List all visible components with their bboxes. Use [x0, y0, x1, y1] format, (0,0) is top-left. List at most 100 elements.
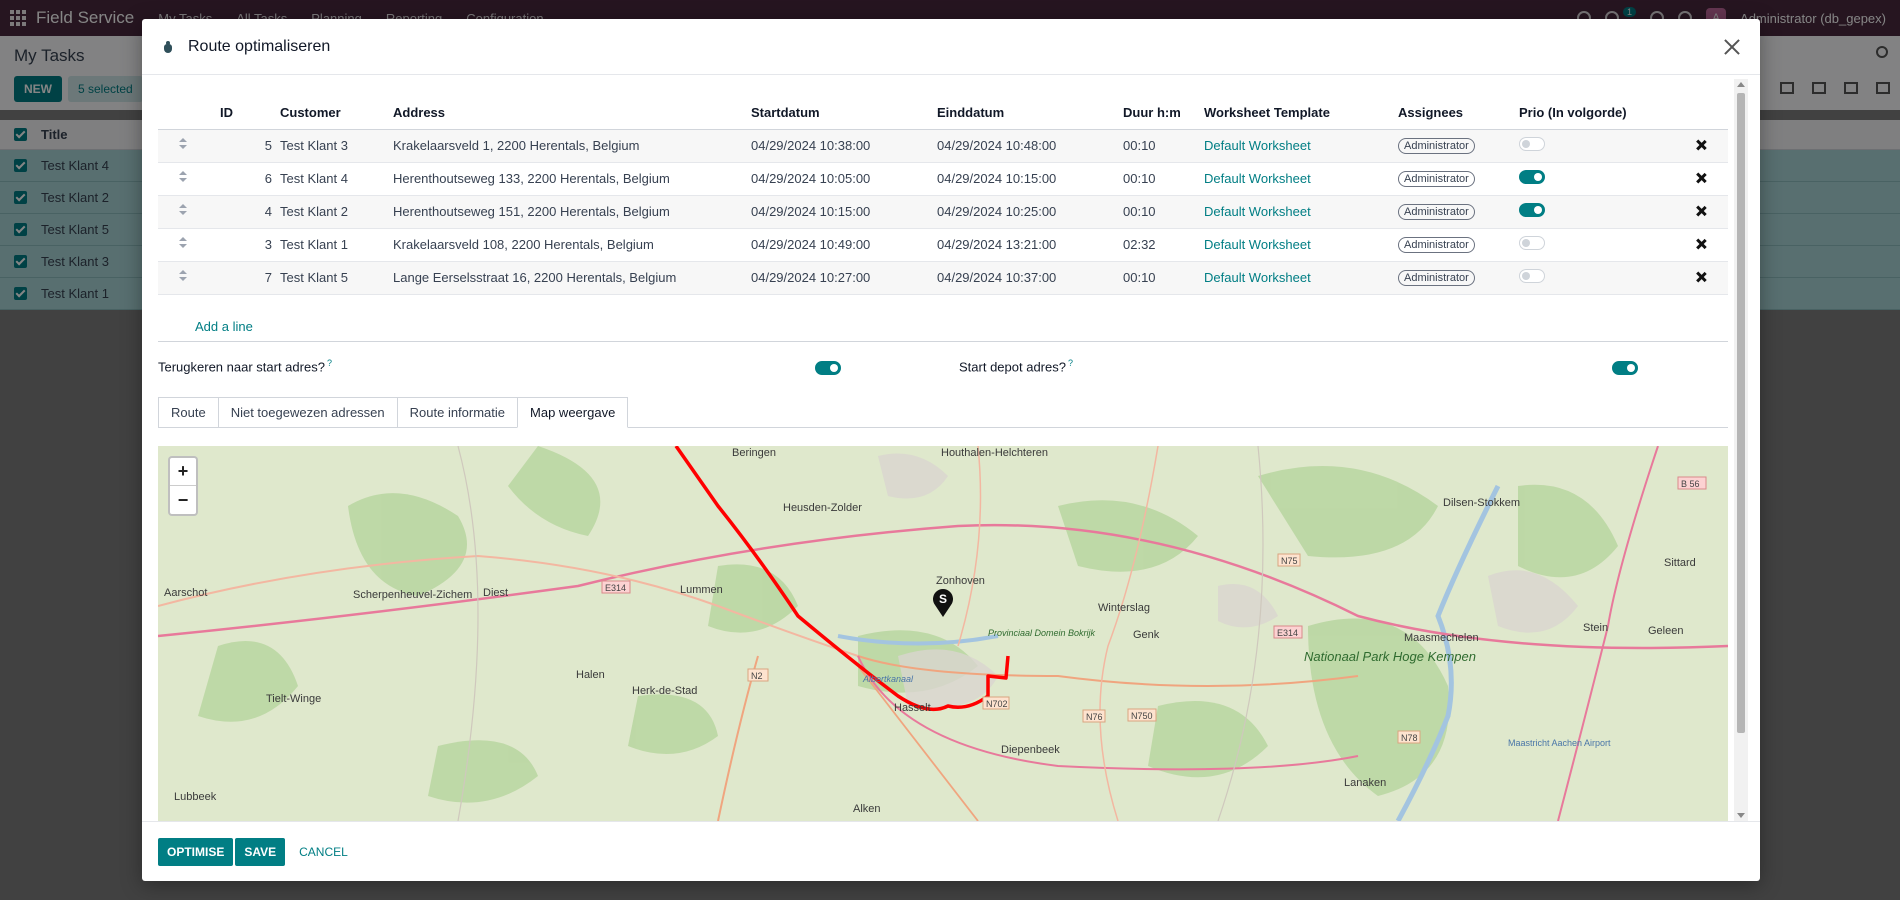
place-label: Geleen [1648, 625, 1683, 637]
help-icon[interactable]: ? [327, 358, 332, 368]
route-table: ID Customer Address Startdatum Einddatum… [158, 96, 1728, 295]
delete-row-icon[interactable] [1696, 140, 1706, 150]
drag-handle-icon[interactable] [179, 237, 187, 249]
place-label: Dilsen-Stokkem [1443, 497, 1520, 509]
table-row[interactable]: 6 Test Klant 4 Herenthoutseweg 133, 2200… [158, 162, 1728, 196]
drag-handle-icon[interactable] [179, 171, 187, 183]
col-assignees[interactable]: Assignees [1394, 96, 1515, 130]
zoom-in-button[interactable]: + [170, 458, 196, 486]
start-depot-text: Start depot adres? [959, 359, 1066, 375]
help-icon[interactable]: ? [1068, 358, 1073, 368]
delete-row-icon[interactable] [1696, 206, 1706, 216]
assignee-tag[interactable]: Administrator [1398, 204, 1475, 220]
cell-end[interactable]: 04/29/2024 10:15:00 [933, 162, 1119, 196]
map-canvas[interactable]: Beringen Houthalen-Helchteren Heusden-Zo… [158, 446, 1728, 821]
add-line-link[interactable]: Add a line [195, 319, 253, 334]
cell-worksheet-link[interactable]: Default Worksheet [1204, 270, 1311, 285]
cell-start[interactable]: 04/29/2024 10:15:00 [747, 195, 933, 229]
assignee-tag[interactable]: Administrator [1398, 237, 1475, 253]
prio-toggle[interactable] [1519, 137, 1545, 151]
tab-route-info[interactable]: Route informatie [396, 397, 518, 428]
prio-toggle[interactable] [1519, 236, 1545, 250]
cell-end[interactable]: 04/29/2024 10:48:00 [933, 129, 1119, 163]
place-label: Alken [853, 803, 881, 815]
cell-end[interactable]: 04/29/2024 10:25:00 [933, 195, 1119, 229]
start-marker-icon[interactable]: S [931, 588, 955, 618]
cell-duration[interactable]: 00:10 [1119, 195, 1200, 229]
drag-handle-icon[interactable] [179, 270, 187, 282]
prio-toggle[interactable] [1519, 203, 1545, 217]
cell-worksheet-link[interactable]: Default Worksheet [1204, 237, 1311, 252]
col-prio[interactable]: Prio (In volgorde) [1515, 96, 1673, 130]
delete-row-icon[interactable] [1696, 239, 1706, 249]
cell-end[interactable]: 04/29/2024 13:21:00 [933, 228, 1119, 262]
zoom-out-button[interactable]: − [170, 486, 196, 514]
cancel-button[interactable]: CANCEL [287, 838, 360, 866]
forest-areas [198, 446, 1618, 803]
tab-map-view[interactable]: Map weergave [517, 397, 629, 428]
drag-handle-icon[interactable] [179, 138, 187, 150]
cell-worksheet-link[interactable]: Default Worksheet [1204, 138, 1311, 153]
cell-duration[interactable]: 00:10 [1119, 129, 1200, 163]
road-label: E314 [605, 583, 626, 593]
cell-start[interactable]: 04/29/2024 10:38:00 [747, 129, 933, 163]
col-id[interactable]: ID [216, 96, 276, 130]
drag-handle-icon[interactable] [179, 204, 187, 216]
cell-address[interactable]: Krakelaarsveld 108, 2200 Herentals, Belg… [389, 228, 747, 262]
prio-toggle[interactable] [1519, 170, 1545, 184]
return-to-start-text: Terugkeren naar start adres? [158, 359, 325, 375]
assignee-tag[interactable]: Administrator [1398, 171, 1475, 187]
delete-row-icon[interactable] [1696, 173, 1706, 183]
table-row[interactable]: 3 Test Klant 1 Krakelaarsveld 108, 2200 … [158, 228, 1728, 262]
optimise-button[interactable]: OPTIMISE [158, 837, 234, 866]
col-end[interactable]: Einddatum [933, 96, 1119, 130]
cell-address[interactable]: Lange Eerselsstraat 16, 2200 Herentals, … [389, 261, 747, 295]
return-to-start-toggle[interactable] [815, 361, 841, 375]
assignee-tag[interactable]: Administrator [1398, 270, 1475, 286]
prio-toggle[interactable] [1519, 269, 1545, 283]
col-customer[interactable]: Customer [276, 96, 389, 130]
col-start[interactable]: Startdatum [747, 96, 933, 130]
cell-customer[interactable]: Test Klant 2 [276, 195, 389, 229]
road-label: N75 [1281, 556, 1298, 566]
cell-worksheet-link[interactable]: Default Worksheet [1204, 204, 1311, 219]
tab-unassigned-addresses[interactable]: Niet toegewezen adressen [217, 397, 397, 428]
cell-duration[interactable]: 00:10 [1119, 261, 1200, 295]
cell-customer[interactable]: Test Klant 3 [276, 129, 389, 163]
cell-duration[interactable]: 00:10 [1119, 162, 1200, 196]
cell-customer[interactable]: Test Klant 4 [276, 162, 389, 196]
save-button[interactable]: SAVE [235, 837, 286, 866]
cell-id: 5 [216, 129, 276, 163]
divider [158, 341, 1728, 342]
cell-address[interactable]: Herenthoutseweg 133, 2200 Herentals, Bel… [389, 162, 747, 196]
cell-customer[interactable]: Test Klant 5 [276, 261, 389, 295]
col-worksheet[interactable]: Worksheet Template [1200, 96, 1394, 130]
cell-end[interactable]: 04/29/2024 10:37:00 [933, 261, 1119, 295]
col-duration[interactable]: Duur h:m [1119, 96, 1200, 130]
cell-start[interactable]: 04/29/2024 10:49:00 [747, 228, 933, 262]
table-row[interactable]: 5 Test Klant 3 Krakelaarsveld 1, 2200 He… [158, 129, 1728, 163]
assignee-tag[interactable]: Administrator [1398, 138, 1475, 154]
table-row[interactable]: 7 Test Klant 5 Lange Eerselsstraat 16, 2… [158, 261, 1728, 295]
cell-id: 3 [216, 228, 276, 262]
cell-address[interactable]: Krakelaarsveld 1, 2200 Herentals, Belgiu… [389, 129, 747, 163]
cell-start[interactable]: 04/29/2024 10:27:00 [747, 261, 933, 295]
start-depot-toggle[interactable] [1612, 361, 1638, 375]
start-marker-label: S [939, 592, 947, 606]
dialog-title: Route optimaliseren [188, 37, 331, 55]
close-icon[interactable] [1722, 37, 1742, 57]
col-address[interactable]: Address [389, 96, 747, 130]
bug-icon [162, 40, 174, 53]
cell-address[interactable]: Herenthoutseweg 151, 2200 Herentals, Bel… [389, 195, 747, 229]
cell-start[interactable]: 04/29/2024 10:05:00 [747, 162, 933, 196]
delete-row-icon[interactable] [1696, 272, 1706, 282]
table-row[interactable]: 4 Test Klant 2 Herenthoutseweg 151, 2200… [158, 195, 1728, 229]
cell-duration[interactable]: 02:32 [1119, 228, 1200, 262]
cell-customer[interactable]: Test Klant 1 [276, 228, 389, 262]
tab-route[interactable]: Route [158, 397, 218, 428]
cell-worksheet-link[interactable]: Default Worksheet [1204, 171, 1311, 186]
road-label: N750 [1131, 711, 1153, 721]
place-label: Hasselt [894, 702, 931, 714]
route-map[interactable]: Beringen Houthalen-Helchteren Heusden-Zo… [158, 446, 1728, 821]
place-label: Heusden-Zolder [783, 502, 862, 514]
